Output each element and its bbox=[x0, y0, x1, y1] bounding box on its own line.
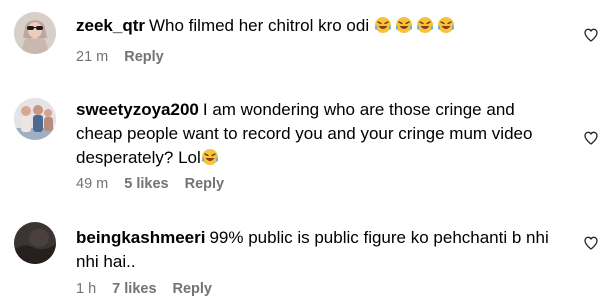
avatar[interactable] bbox=[14, 222, 56, 264]
comment-username[interactable]: zeek_qtr bbox=[76, 16, 145, 35]
avatar-dark-photo-icon bbox=[14, 222, 56, 264]
likes-count[interactable]: 5 likes bbox=[124, 176, 168, 192]
likes-count[interactable]: 7 likes bbox=[112, 281, 156, 297]
comment-username[interactable]: sweetyzoya200 bbox=[76, 100, 199, 119]
comment-text-line-2: nhi hai.. bbox=[76, 252, 136, 271]
laughing-crying-emoji-icon bbox=[416, 17, 433, 33]
heart-icon[interactable] bbox=[583, 235, 599, 251]
reply-button[interactable]: Reply bbox=[185, 176, 225, 192]
comment-time: 1 h bbox=[76, 281, 97, 297]
comment-body: beingkashmeeri 99% public is public figur… bbox=[76, 226, 576, 274]
laughing-crying-emoji-icon bbox=[437, 17, 454, 33]
comment-text-line-2: cheap people want to record you and your… bbox=[76, 124, 533, 143]
comment-username[interactable]: beingkashmeeri bbox=[76, 228, 205, 247]
comment-body: zeek_qtr Who filmed her chitrol kro odi bbox=[76, 14, 576, 38]
laughing-crying-emoji-icon bbox=[201, 149, 218, 165]
comment-body: sweetyzoya200 I am wondering who are thos… bbox=[76, 98, 576, 170]
reply-button[interactable]: Reply bbox=[124, 49, 164, 65]
comment-meta: 1 h 7 likes Reply bbox=[76, 281, 212, 297]
laughing-crying-emoji-icon bbox=[395, 17, 412, 33]
comment-text: Who filmed her chitrol kro odi bbox=[148, 16, 370, 35]
comment-text-line-1: 99% public is public figure ko pehchanti… bbox=[209, 228, 549, 247]
avatar[interactable] bbox=[14, 98, 56, 140]
comment-time: 49 m bbox=[76, 176, 109, 192]
avatar[interactable] bbox=[14, 12, 56, 54]
comment-text-line-3: desperately? Lol bbox=[76, 148, 201, 167]
comment-item: beingkashmeeri 99% public is public figur… bbox=[0, 218, 607, 302]
comment-time: 21 m bbox=[76, 49, 109, 65]
avatar-group-photo-icon bbox=[14, 98, 56, 140]
heart-icon[interactable] bbox=[583, 130, 599, 146]
comment-item: sweetyzoya200 I am wondering who are thos… bbox=[0, 88, 607, 208]
laughing-crying-emoji-icon bbox=[374, 17, 391, 33]
comment-meta: 49 m 5 likes Reply bbox=[76, 176, 224, 192]
reply-button[interactable]: Reply bbox=[173, 281, 213, 297]
heart-icon[interactable] bbox=[583, 27, 599, 43]
comment-meta: 21 m Reply bbox=[76, 49, 164, 65]
comment-item: zeek_qtr Who filmed her chitrol kro odi 2… bbox=[0, 0, 607, 80]
avatar-woman-sunglasses-icon bbox=[14, 12, 56, 54]
comment-text-line-1: I am wondering who are those cringe and bbox=[202, 100, 515, 119]
